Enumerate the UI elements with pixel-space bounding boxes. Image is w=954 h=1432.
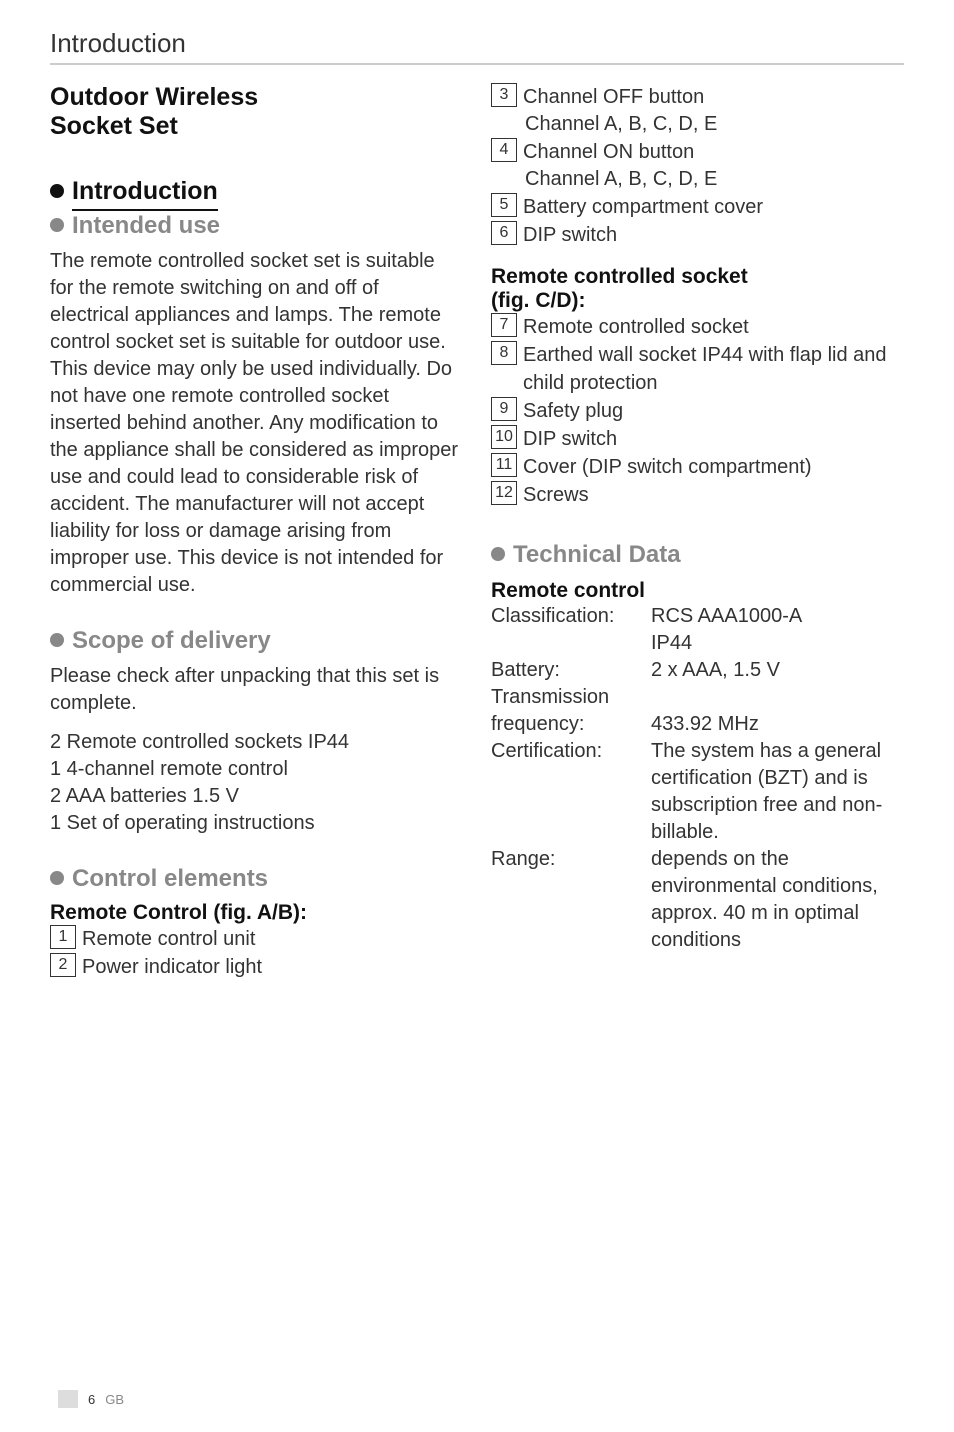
list-item: 1 Remote control unit [50,925,463,953]
spec-value: depends on the environmental conditions,… [651,846,904,954]
footer-gb: GB [105,1392,124,1407]
page: Introduction Outdoor Wireless Socket Set… [0,0,954,1432]
spec-value: RCS AAA1000-A IP44 [651,603,904,657]
spec-row: Range: depends on the environmental cond… [491,846,904,954]
spec-row: Certification: The system has a general … [491,738,904,846]
list-item: 11 Cover (DIP switch compartment) [491,453,904,481]
list-item-text: DIP switch [523,425,904,453]
list-item-text: DIP switch [523,221,904,249]
scope-label: Scope of delivery [72,627,271,654]
intended-use-label: Intended use [72,212,220,239]
socket-heading1: Remote controlled socket [491,265,748,288]
spec-label: frequency: [491,711,651,738]
spec-label: Certification: [491,738,651,846]
spec-row: Battery: 2 x AAA, 1.5 V [491,657,904,684]
spec-table: Classification: RCS AAA1000-A IP44 Batte… [491,603,904,954]
number-box: 11 [491,453,517,477]
scope-body: Please check after unpacking that this s… [50,663,463,717]
number-box: 4 [491,138,517,162]
subsection-scope: Scope of delivery [50,627,463,655]
list-item-text: Channel ON button [523,138,904,166]
scope-list: 2 Remote controlled sockets IP44 1 4-cha… [50,729,463,837]
list-item: 7 Remote controlled socket [491,313,904,341]
list-item: 4 Channel ON button [491,138,904,166]
spec-value [651,684,904,711]
title-line2: Socket Set [50,112,178,140]
page-box-icon [58,1390,78,1408]
spec-label: Transmission [491,684,651,711]
list-item: 2 Power indicator light [50,953,463,981]
number-box: 7 [491,313,517,337]
number-box: 5 [491,193,517,217]
subsection-control-elements: Control elements [50,865,463,893]
page-footer: 6 GB [58,1390,124,1408]
number-box: 6 [491,221,517,245]
product-title: Outdoor Wireless Socket Set [50,83,463,141]
spec-value-line: IP44 [651,632,692,654]
spec-row: Transmission [491,684,904,711]
list-item: 3 Channel OFF button [491,83,904,111]
spec-row: Classification: RCS AAA1000-A IP44 [491,603,904,657]
socket-heading-block: Remote controlled socket (fig. C/D): [491,265,904,313]
number-box: 10 [491,425,517,449]
number-box: 9 [491,397,517,421]
list-item: 5 Battery compartment cover [491,193,904,221]
number-box: 8 [491,341,517,365]
columns: Outdoor Wireless Socket Set Introduction… [50,83,904,981]
spec-value: 2 x AAA, 1.5 V [651,657,904,684]
spec-value: The system has a general certification (… [651,738,904,846]
spec-row: frequency: 433.92 MHz [491,711,904,738]
list-item-text: Safety plug [523,397,904,425]
title-line1: Outdoor Wireless [50,83,258,111]
number-box: 2 [50,953,76,977]
number-box: 1 [50,925,76,949]
bullet-icon [50,184,64,198]
bullet-icon [50,218,64,232]
spec-value: 433.92 MHz [651,711,904,738]
subsection-intended-use: Intended use [50,212,463,240]
list-item: 10 DIP switch [491,425,904,453]
left-column: Outdoor Wireless Socket Set Introduction… [50,83,463,981]
list-item-text: Battery compartment cover [523,193,904,221]
list-item: 12 Screws [491,481,904,509]
section-introduction-label: Introduction [72,177,218,211]
scope-list-item: 1 Set of operating instructions [50,810,463,837]
header-bar: Introduction [50,28,904,65]
tech-subheading: Remote control [491,579,904,603]
right-column: 3 Channel OFF button Channel A, B, C, D,… [491,83,904,981]
remote-control-heading: Remote Control (fig. A/B): [50,901,463,925]
intended-use-body: The remote controlled socket set is suit… [50,248,463,599]
scope-list-item: 2 AAA batteries 1.5 V [50,783,463,810]
list-item: 8 Earthed wall socket IP44 with flap lid… [491,341,904,397]
bullet-icon [491,547,505,561]
scope-list-item: 2 Remote controlled sockets IP44 [50,729,463,756]
spec-label: Battery: [491,657,651,684]
list-item-text: Channel OFF button [523,83,904,111]
bullet-icon [50,633,64,647]
list-item-text: Earthed wall socket IP44 with flap lid a… [523,341,904,397]
list-item-subtext: Channel A, B, C, D, E [491,166,904,193]
spec-label: Classification: [491,603,651,657]
list-item-text: Remote controlled socket [523,313,904,341]
page-number: 6 [88,1392,95,1407]
list-item-text: Cover (DIP switch compartment) [523,453,904,481]
list-item-text: Screws [523,481,904,509]
technical-data-label: Technical Data [513,541,681,568]
list-item: 9 Safety plug [491,397,904,425]
subsection-technical-data: Technical Data [491,541,904,569]
spec-value-line: RCS AAA1000-A [651,605,802,627]
scope-list-item: 1 4-channel remote control [50,756,463,783]
number-box: 3 [491,83,517,107]
header-label: Introduction [50,28,186,58]
bullet-icon [50,871,64,885]
socket-heading2: (fig. C/D): [491,289,585,312]
list-item-subtext: Channel A, B, C, D, E [491,111,904,138]
list-item-text: Remote control unit [82,925,463,953]
list-item-text: Power indicator light [82,953,463,981]
list-item: 6 DIP switch [491,221,904,249]
number-box: 12 [491,481,517,505]
spec-label: Range: [491,846,651,954]
control-elements-label: Control elements [72,865,268,892]
section-introduction: Introduction [50,177,463,206]
